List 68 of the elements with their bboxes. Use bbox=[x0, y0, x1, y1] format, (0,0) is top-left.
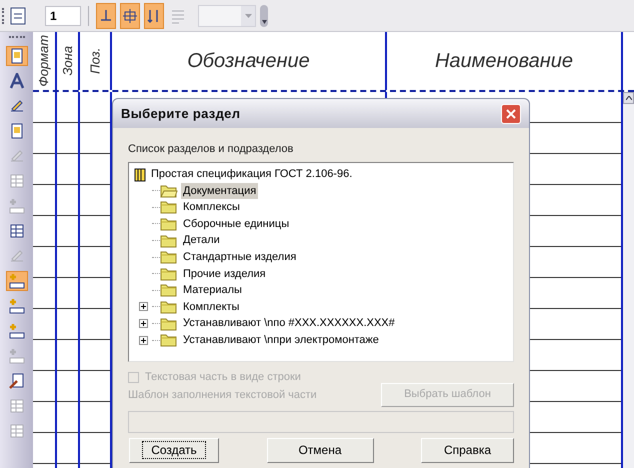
tree-item[interactable]: Стандартные изделия bbox=[181, 248, 298, 266]
expand-button[interactable] bbox=[138, 336, 148, 345]
document-icon bbox=[8, 48, 24, 64]
tree-item[interactable]: Устанавливают \nпри электромонтаже bbox=[181, 332, 381, 348]
column-header: Зона bbox=[58, 46, 76, 76]
insert-row-icon bbox=[8, 348, 24, 364]
column-header: Поз. bbox=[86, 48, 104, 74]
dialog-button[interactable]: Отмена bbox=[266, 438, 374, 462]
tree-item[interactable]: Документация bbox=[181, 182, 258, 200]
grip-handle[interactable] bbox=[8, 36, 24, 39]
list-label: Список разделов и подразделов bbox=[128, 142, 294, 157]
insert-row-icon bbox=[8, 273, 24, 289]
toolbar-overflow-button[interactable] bbox=[260, 4, 268, 26]
dialog-button[interactable]: Создать bbox=[129, 438, 219, 462]
template-label: Шаблон заполнения текстовой части bbox=[128, 388, 317, 403]
column-header: Обозначение bbox=[187, 49, 310, 74]
close-icon bbox=[506, 108, 516, 118]
table-icon bbox=[8, 173, 24, 189]
dialog-button[interactable]: Справка bbox=[421, 438, 514, 462]
folder-icon bbox=[160, 316, 178, 331]
column-header: Наименование bbox=[434, 49, 574, 74]
pen-icon bbox=[8, 98, 24, 114]
pen-icon bbox=[8, 248, 24, 264]
checkbox-label: Текстовая часть в виде строки bbox=[145, 370, 301, 386]
folder-icon bbox=[160, 234, 178, 248]
toolbar-button[interactable] bbox=[96, 2, 116, 28]
close-button[interactable] bbox=[501, 104, 521, 124]
pen-icon bbox=[8, 148, 24, 164]
tool-button[interactable] bbox=[6, 46, 28, 66]
table-icon bbox=[8, 398, 24, 414]
table-icon bbox=[8, 423, 24, 439]
open-folder-icon bbox=[160, 184, 178, 198]
folder-icon bbox=[160, 300, 178, 314]
tree-item[interactable]: Простая спецификация ГОСТ 2.106-96. bbox=[151, 166, 352, 183]
scrollbar[interactable] bbox=[623, 92, 634, 468]
folder-icon bbox=[160, 216, 178, 231]
tree-item[interactable]: Сборочные единицы bbox=[181, 216, 292, 232]
insert-row-icon bbox=[8, 298, 24, 314]
folder-icon bbox=[160, 250, 178, 264]
expand-button[interactable] bbox=[138, 302, 148, 312]
expand-button[interactable] bbox=[138, 319, 148, 328]
insert-row-icon bbox=[8, 198, 24, 214]
document-icon bbox=[8, 123, 24, 139]
number-field[interactable]: 1 bbox=[45, 6, 81, 26]
dialog-title: Выберите раздел bbox=[121, 104, 240, 123]
folder-icon bbox=[160, 283, 178, 298]
document-wrench-icon bbox=[8, 373, 24, 389]
folder-icon bbox=[160, 266, 178, 281]
insert-row-icon bbox=[8, 323, 24, 339]
list-icon bbox=[170, 8, 186, 24]
folder-icon bbox=[160, 200, 178, 214]
tree-item[interactable]: Устанавливают \nпо #ХХХ.ХХХХХХ.ХХХ# bbox=[181, 315, 397, 332]
book-icon bbox=[134, 168, 146, 182]
folder-icon bbox=[160, 333, 178, 348]
tree-item[interactable]: Материалы bbox=[181, 282, 244, 299]
toolbar-button[interactable] bbox=[144, 2, 164, 28]
tree-item[interactable]: Прочие изделия bbox=[181, 266, 268, 282]
tool-button[interactable] bbox=[6, 271, 28, 291]
tree-item[interactable]: Комплекты bbox=[181, 298, 242, 316]
scroll-up-button[interactable] bbox=[623, 92, 634, 104]
column-header: Формат bbox=[35, 35, 52, 87]
grip-handle[interactable] bbox=[2, 8, 5, 24]
letter-icon bbox=[8, 73, 24, 89]
tree-item[interactable]: Комплексы bbox=[181, 199, 242, 216]
caret-icon bbox=[262, 20, 266, 24]
toolbar-button[interactable] bbox=[120, 2, 140, 28]
tree-item[interactable]: Детали bbox=[181, 232, 222, 249]
table-icon bbox=[8, 223, 24, 239]
